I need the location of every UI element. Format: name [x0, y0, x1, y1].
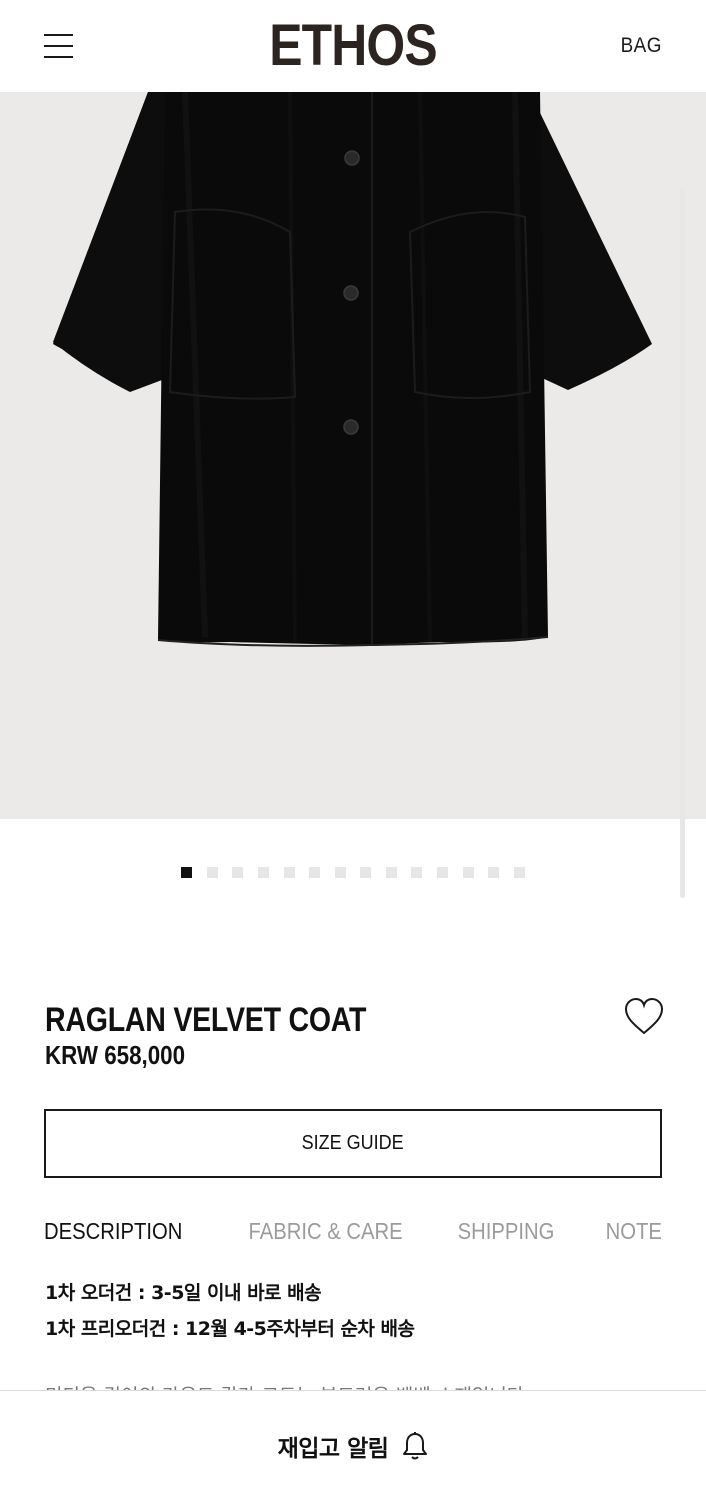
gallery-dot[interactable] [513, 867, 525, 878]
tab-shipping[interactable]: SHIPPING [457, 1218, 554, 1250]
product-image[interactable] [0, 92, 706, 819]
gallery-dot[interactable] [309, 867, 321, 878]
gallery-dot[interactable] [462, 867, 474, 878]
gallery-dot[interactable] [232, 867, 244, 878]
scrollbar[interactable] [680, 188, 685, 898]
tab-fabric-care[interactable]: FABRIC & CARE [249, 1218, 403, 1250]
shipping-note-preorder: 1차 프리오더건 : 12월 4-5주차부터 순차 배송 [45, 1318, 415, 1340]
size-guide-label: SIZE GUIDE [301, 1132, 405, 1154]
restock-alert-label: 재입고 알림 [277, 1436, 389, 1462]
tab-description[interactable]: DESCRIPTION [44, 1218, 182, 1250]
gallery-dot[interactable] [360, 867, 372, 878]
size-guide-button[interactable]: SIZE GUIDE [44, 1109, 662, 1178]
shipping-note-first-order: 1차 오더건 : 3-5일 이내 바로 배송 [45, 1282, 322, 1304]
product-title: RAGLAN VELVET COAT [45, 1001, 367, 1039]
bell-icon [403, 1432, 428, 1460]
info-tabs: DESCRIPTION FABRIC & CARE SHIPPING NOTE [44, 1218, 662, 1250]
restock-alert-button[interactable]: 재입고 알림 [0, 1429, 706, 1463]
gallery-dot[interactable] [385, 867, 397, 878]
coat-illustration [53, 92, 652, 647]
gallery-dot[interactable] [334, 867, 346, 878]
gallery-dot[interactable] [181, 867, 193, 878]
bottom-action-bar: 재입고 알림 [0, 1390, 706, 1500]
gallery-dot[interactable] [488, 867, 500, 878]
gallery-dot[interactable] [283, 867, 295, 878]
gallery-dot[interactable] [206, 867, 218, 878]
gallery-dot[interactable] [437, 867, 449, 878]
top-header: ETHOS BAG [0, 0, 706, 92]
wishlist-heart-icon[interactable] [624, 997, 664, 1036]
gallery-pager [0, 867, 706, 879]
gallery-dot[interactable] [411, 867, 423, 878]
brand-logo[interactable]: ETHOS [49, 14, 656, 78]
tab-note[interactable]: NOTE [606, 1218, 662, 1250]
product-price: KRW 658,000 [45, 1040, 186, 1070]
gallery-dot[interactable] [257, 867, 269, 878]
bag-link[interactable]: BAG [621, 34, 662, 58]
